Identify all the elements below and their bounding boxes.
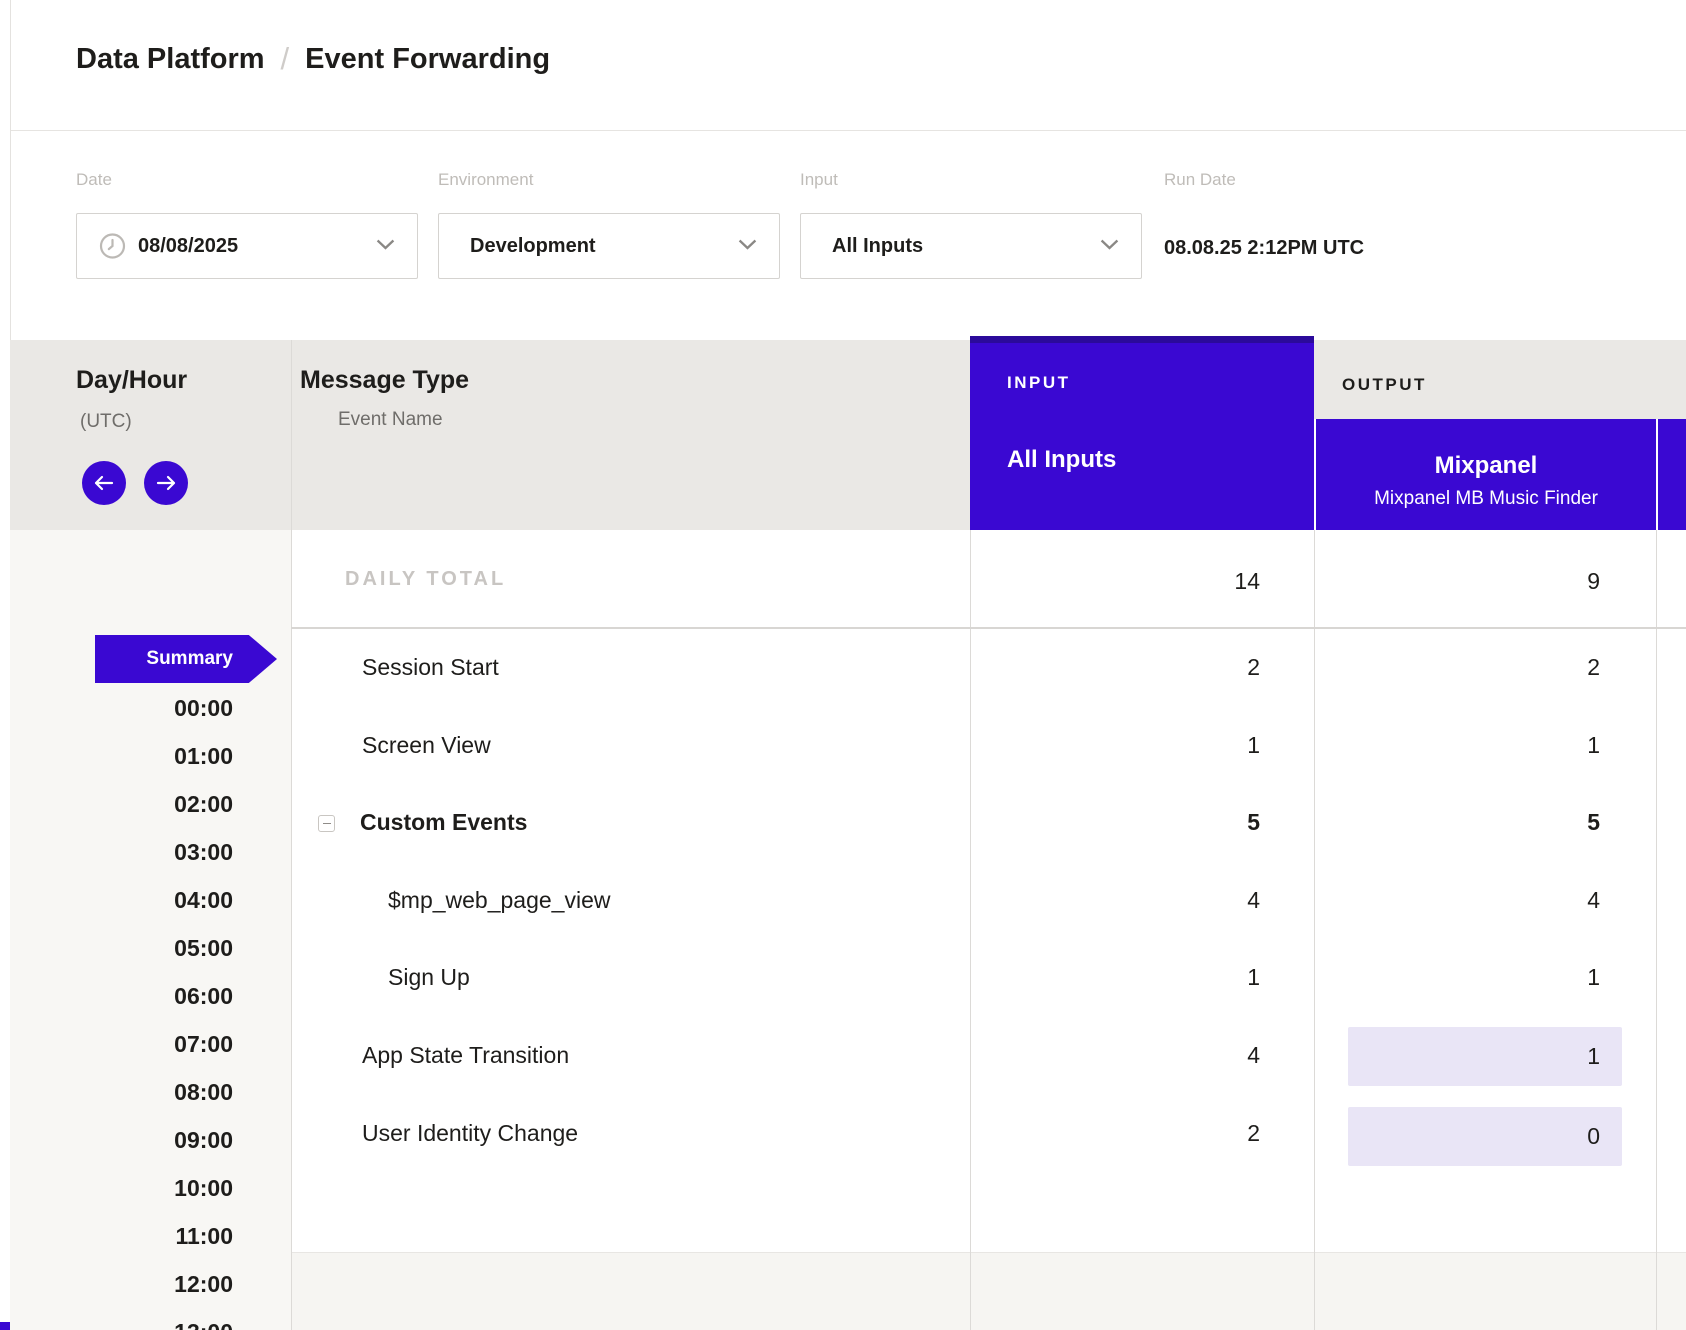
day-pager (82, 461, 188, 505)
event-forwarding-page: Data Platform / Event Forwarding Date Envi… (0, 0, 1686, 1330)
run-date-value: 08.08.25 2:12PM UTC (1164, 237, 1364, 260)
date-select[interactable]: 08/08/2025 (76, 213, 418, 279)
highlighted-output-cell: 0 (1348, 1107, 1622, 1166)
divider (291, 627, 1686, 629)
input-select[interactable]: All Inputs (800, 213, 1142, 279)
cell-input: 5 (1120, 809, 1260, 836)
hour-row[interactable]: 05:00 (60, 935, 233, 962)
hour-row[interactable]: 00:00 (60, 695, 233, 722)
event-name-custom-events: Custom Events (360, 809, 527, 836)
output-group-label: OUTPUT (1342, 375, 1427, 395)
cell-output: 0 (1348, 1107, 1622, 1166)
highlighted-output-cell: 1 (1348, 1027, 1622, 1086)
cell-output: 2 (1460, 654, 1600, 681)
table-footer-area (291, 1252, 1686, 1330)
environment-select-value: Development (470, 235, 596, 258)
cell-input: 1 (1120, 732, 1260, 759)
output-column-name: Mixpanel (1316, 452, 1656, 480)
breadcrumb-section[interactable]: Data Platform (76, 43, 265, 75)
hour-row[interactable]: 11:00 (60, 1223, 233, 1250)
hour-row[interactable]: 08:00 (60, 1079, 233, 1106)
hour-row[interactable]: 04:00 (60, 887, 233, 914)
cell-input: 2 (1120, 1120, 1260, 1147)
chevron-down-icon (1100, 237, 1119, 255)
cell-output: 1 (1348, 1027, 1622, 1086)
input-column-header[interactable]: INPUT All Inputs (970, 336, 1314, 530)
day-hour-column-title: Day/Hour (76, 366, 187, 395)
output-column-subtitle: Mixpanel MB Music Finder (1316, 488, 1656, 510)
date-filter-label: Date (76, 170, 112, 190)
cell-output: 1 (1460, 964, 1600, 991)
date-select-value: 08/08/2025 (138, 235, 238, 258)
event-name-app-state-transition: App State Transition (362, 1042, 569, 1069)
event-name-session-start: Session Start (362, 654, 499, 681)
arrow-left-icon (93, 475, 115, 491)
divider (1656, 530, 1657, 1330)
environment-select[interactable]: Development (438, 213, 780, 279)
environment-filter-label: Environment (438, 170, 533, 190)
output-column-header-mixpanel[interactable]: Mixpanel Mixpanel MB Music Finder (1314, 419, 1656, 530)
next-day-button[interactable] (144, 461, 188, 505)
summary-row-selector[interactable]: Summary (95, 635, 277, 683)
divider (1314, 530, 1315, 1330)
scroll-indicator (0, 1322, 10, 1330)
daily-total-label: DAILY TOTAL (345, 568, 506, 591)
cell-input: 4 (1120, 1042, 1260, 1069)
event-name-screen-view: Screen View (362, 732, 491, 759)
hour-row[interactable]: 09:00 (60, 1127, 233, 1154)
input-select-value: All Inputs (832, 235, 923, 258)
hour-row[interactable]: 03:00 (60, 839, 233, 866)
chevron-down-icon (376, 237, 395, 255)
cell-input: 2 (1120, 654, 1260, 681)
cell-input: 1 (1120, 964, 1260, 991)
breadcrumb-bar: Data Platform / Event Forwarding (11, 0, 1686, 131)
minus-square-icon[interactable] (318, 815, 335, 832)
hour-row[interactable]: 13:00 (60, 1319, 233, 1330)
hour-row[interactable]: 10:00 (60, 1175, 233, 1202)
clock-icon (99, 233, 126, 260)
hour-row[interactable]: 01:00 (60, 743, 233, 770)
arrow-right-icon (155, 475, 177, 491)
event-name-sign-up: Sign Up (388, 964, 470, 991)
input-filter-label: Input (800, 170, 838, 190)
input-column-accent-strip (970, 336, 1314, 343)
page-title: Event Forwarding (305, 43, 550, 75)
hour-row[interactable]: 12:00 (60, 1271, 233, 1298)
hour-row[interactable]: 06:00 (60, 983, 233, 1010)
day-hour-column-subtitle: (UTC) (80, 411, 132, 433)
cell-output: 1 (1460, 732, 1600, 759)
message-type-column-title: Message Type (300, 366, 469, 395)
cell-output: 5 (1460, 809, 1600, 836)
input-group-label: INPUT (1007, 373, 1071, 393)
divider (291, 340, 292, 1330)
cell-output: 4 (1460, 887, 1600, 914)
hour-row[interactable]: 07:00 (60, 1031, 233, 1058)
daily-total-output-value: 9 (1460, 568, 1600, 595)
cell-input: 4 (1120, 887, 1260, 914)
previous-day-button[interactable] (82, 461, 126, 505)
breadcrumb-separator: / (281, 41, 290, 77)
divider (970, 530, 971, 1330)
input-column-name: All Inputs (1007, 446, 1116, 474)
breadcrumb: Data Platform / Event Forwarding (76, 40, 550, 76)
run-date-label: Run Date (1164, 170, 1236, 190)
hour-row[interactable]: 02:00 (60, 791, 233, 818)
output-column-header-next-partial (1656, 419, 1686, 530)
event-name-user-identity-change: User Identity Change (362, 1120, 578, 1147)
event-name-mp-web-page-view: $mp_web_page_view (388, 887, 611, 914)
chevron-down-icon (738, 237, 757, 255)
message-type-column-subtitle: Event Name (338, 409, 443, 431)
daily-total-input-value: 14 (1120, 568, 1260, 595)
